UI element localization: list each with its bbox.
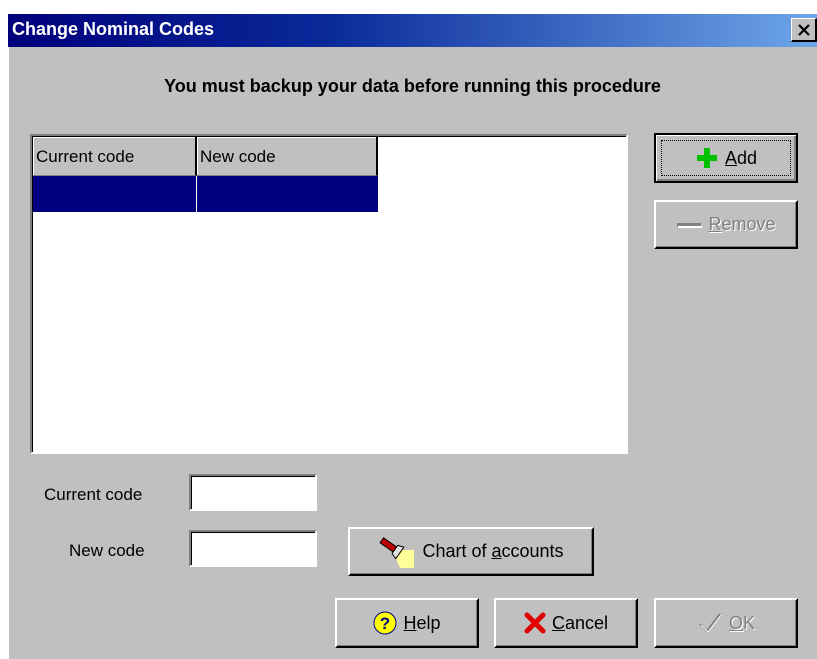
focus-rect <box>661 140 791 176</box>
codes-list[interactable]: Current code New code <box>30 134 628 454</box>
cancel-button[interactable]: Cancel <box>494 598 638 648</box>
help-icon: ? <box>373 611 397 635</box>
selected-row-current-cell[interactable] <box>33 176 197 212</box>
close-button[interactable] <box>791 18 817 42</box>
new-code-input[interactable] <box>189 530 317 567</box>
column-header-current-code[interactable]: Current code <box>33 137 197 176</box>
flashlight-icon <box>379 536 415 568</box>
chart-of-accounts-button[interactable]: Chart of accounts <box>348 527 594 576</box>
close-icon <box>798 24 810 36</box>
help-label: Help <box>403 612 441 633</box>
ok-label: OK <box>728 612 756 633</box>
title-bar[interactable]: Change Nominal Codes <box>8 14 817 47</box>
dialog-window: Change Nominal Codes You must backup you… <box>8 14 817 659</box>
window-title: Change Nominal Codes <box>12 19 215 39</box>
add-button[interactable]: Add <box>654 133 798 183</box>
current-code-label: Current code <box>44 485 143 504</box>
selected-row-new-cell[interactable] <box>197 176 378 212</box>
remove-label: Remove <box>708 214 776 234</box>
cancel-label: Cancel <box>551 612 609 633</box>
minus-icon <box>677 222 703 228</box>
svg-text:?: ? <box>380 614 390 633</box>
cancel-icon <box>524 612 546 634</box>
new-code-label: New code <box>69 541 145 560</box>
help-button[interactable]: ? Help <box>335 598 479 648</box>
remove-button[interactable]: Remove <box>654 200 798 249</box>
chart-of-accounts-label: Chart of accounts <box>422 541 564 561</box>
backup-warning: You must backup your data before running… <box>164 76 661 96</box>
current-code-input[interactable] <box>189 474 317 511</box>
column-header-new-code[interactable]: New code <box>197 137 378 176</box>
check-icon <box>699 613 722 633</box>
ok-button[interactable]: OK <box>654 598 798 648</box>
